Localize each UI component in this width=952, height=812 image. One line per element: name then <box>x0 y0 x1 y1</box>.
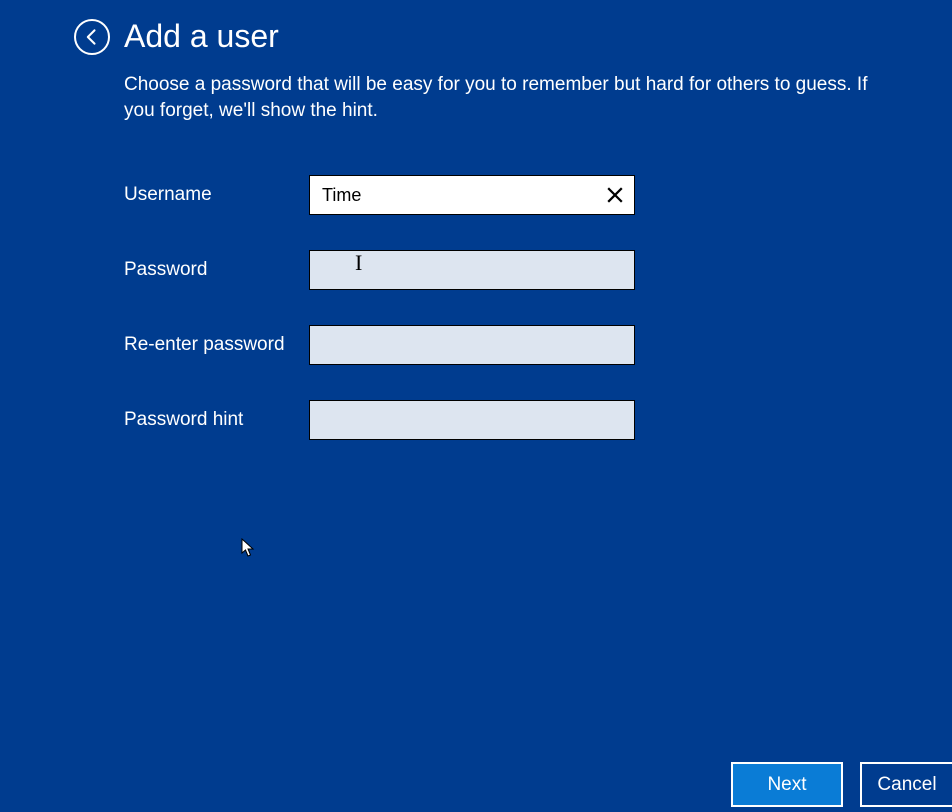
page-description: Choose a password that will be easy for … <box>124 72 894 123</box>
add-user-form: Username Password Re-enter password Pass… <box>124 175 635 475</box>
reenter-password-label: Re-enter password <box>124 334 309 356</box>
back-button[interactable] <box>74 19 110 55</box>
password-input[interactable] <box>309 250 635 290</box>
username-input[interactable] <box>309 175 635 215</box>
arrow-left-icon <box>82 27 102 47</box>
password-row: Password <box>124 250 635 290</box>
password-hint-input-wrap <box>309 400 635 440</box>
password-label: Password <box>124 259 309 281</box>
username-label: Username <box>124 184 309 206</box>
username-input-wrap <box>309 175 635 215</box>
reenter-password-input[interactable] <box>309 325 635 365</box>
cancel-button[interactable]: Cancel <box>860 762 952 807</box>
reenter-password-row: Re-enter password <box>124 325 635 365</box>
password-hint-row: Password hint <box>124 400 635 440</box>
password-hint-label: Password hint <box>124 409 309 431</box>
mouse-cursor-icon <box>241 538 255 558</box>
clear-username-button[interactable] <box>599 179 631 211</box>
page-header: Add a user <box>74 18 279 55</box>
password-hint-input[interactable] <box>309 400 635 440</box>
page-title: Add a user <box>124 18 279 55</box>
close-icon <box>606 186 624 204</box>
footer-buttons: Next Cancel <box>731 762 952 812</box>
password-input-wrap <box>309 250 635 290</box>
reenter-password-input-wrap <box>309 325 635 365</box>
username-row: Username <box>124 175 635 215</box>
next-button[interactable]: Next <box>731 762 843 807</box>
